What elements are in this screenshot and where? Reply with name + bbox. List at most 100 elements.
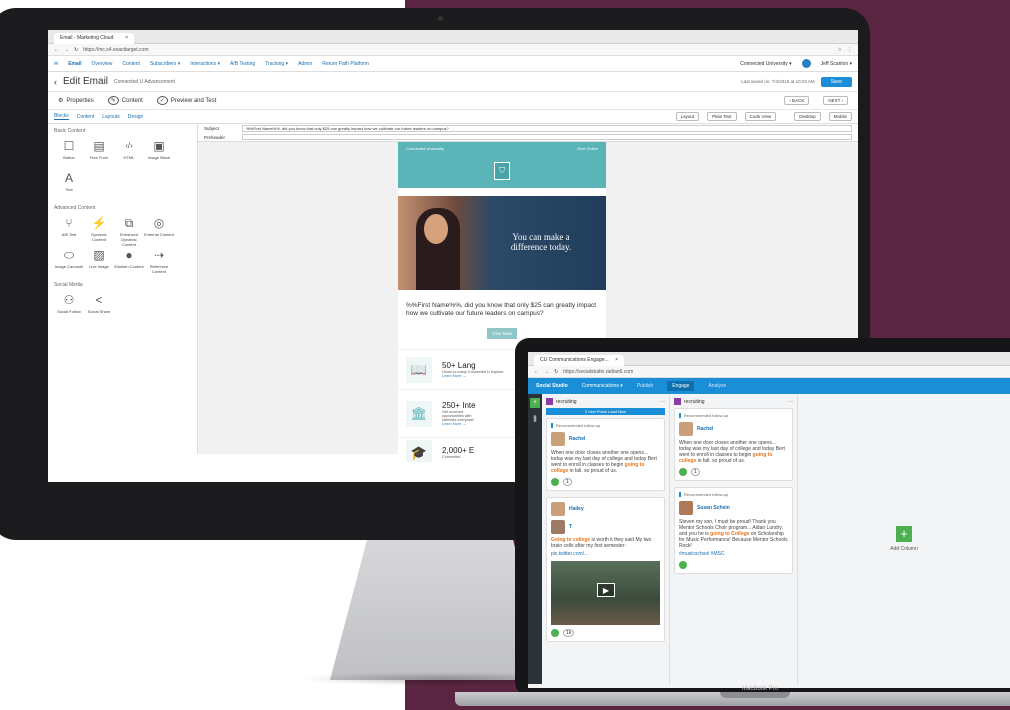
learn-more-link[interactable]: Learn More → [442, 422, 482, 426]
tab-blocks[interactable]: Blocks [54, 113, 69, 120]
ab-test-icon: ⑂ [65, 216, 73, 230]
url-field[interactable]: https://mc.s4.exacttarget.com [83, 47, 832, 53]
text-icon: A [64, 171, 73, 185]
block-image-carousel[interactable]: ⬭ Image Carousel [54, 246, 84, 278]
nav-ab-testing[interactable]: A/B Testing [230, 61, 255, 67]
menu-icon[interactable]: ⋮ [847, 47, 852, 53]
nav-tracking[interactable]: Tracking ▾ [265, 61, 288, 67]
star-icon[interactable]: ☆ [838, 47, 842, 53]
section-basic-content[interactable]: Basic Content [54, 128, 191, 134]
column-menu-icon[interactable]: ⋯ [660, 399, 665, 405]
new-posts-banner[interactable]: 2 new Posts Load Now [546, 408, 665, 415]
tab-content[interactable]: Content [77, 114, 95, 120]
next-button[interactable]: NEXT › [823, 96, 848, 105]
block-text[interactable]: A Text [54, 169, 84, 201]
video-thumbnail[interactable]: ▶ [551, 561, 660, 625]
back-icon[interactable]: ← [54, 47, 59, 53]
save-button[interactable]: Save [820, 76, 852, 87]
nav-publish[interactable]: Publish [637, 383, 653, 389]
close-icon[interactable]: × [615, 357, 618, 363]
block-social-share[interactable]: < Social Share [84, 291, 114, 323]
add-column-label[interactable]: Add Column [890, 546, 918, 552]
block-einstein-content[interactable]: ● Einstein Content [114, 246, 144, 278]
section-social-media[interactable]: Social Media [54, 282, 191, 288]
section-advanced-content[interactable]: Advanced Content [54, 205, 191, 211]
block-reference-content[interactable]: ⇢ Reference Content [144, 246, 174, 278]
block-dynamic-content[interactable]: ⚡ Dynamic Content [84, 214, 114, 246]
forward-icon[interactable]: → [544, 369, 549, 375]
step-properties[interactable]: ⚙ Properties [58, 97, 94, 105]
block-external-content[interactable]: ◎ External Content [144, 214, 174, 246]
post-card[interactable]: Recommended follow-up Susan Schein Steve… [674, 487, 793, 574]
reload-icon[interactable]: ↻ [74, 47, 78, 53]
post-link[interactable]: pic.twitter.com/... [551, 551, 660, 557]
workspace-menu[interactable]: Communications ▾ [582, 383, 623, 389]
block-live-image[interactable]: ▨ Live Image [84, 246, 114, 278]
tab-layouts[interactable]: Layouts [102, 114, 120, 120]
nav-content[interactable]: Content [122, 61, 140, 67]
step-content[interactable]: ✎ Content [107, 96, 143, 105]
block-html[interactable]: ‹/› HTML [114, 137, 144, 169]
avatar[interactable] [801, 59, 811, 68]
account-switcher[interactable]: Connected University ▾ [740, 61, 791, 67]
nav-overview[interactable]: Overview [92, 61, 113, 67]
url-field[interactable]: https://socialstudio.radian6.com [563, 369, 1004, 375]
block-ab-test[interactable]: ⑂ A/B Test [54, 214, 84, 246]
nav-engage[interactable]: Engage [667, 381, 695, 391]
reply-icon[interactable] [551, 629, 559, 637]
browser-tab[interactable]: Email - Marketing Cloud × [54, 32, 134, 44]
post-text: When one door closes another one opens..… [679, 440, 788, 464]
nav-analyze[interactable]: Analyze [708, 383, 726, 389]
user-menu[interactable]: Jeff Scanlon ▾ [821, 61, 852, 67]
desktop-button[interactable]: Desktop [794, 112, 821, 121]
subject-input[interactable]: %%First Name%%, did you know that only $… [242, 125, 852, 132]
mobile-button[interactable]: Mobile [828, 112, 852, 121]
step-preview[interactable]: ✓ Preview and Test [156, 96, 216, 105]
nav-interactions[interactable]: Interactions ▾ [190, 61, 220, 67]
back-button[interactable]: ‹ BACK [784, 96, 810, 105]
item-title: 50+ Lang [442, 361, 476, 370]
browser-tab[interactable]: CU Communications Engage... × [534, 354, 624, 366]
preheader-input[interactable] [242, 134, 852, 140]
advanced-blocks: ⑂ A/B Test ⚡ Dynamic Content ⧉ Enhanced Dyn… [54, 214, 191, 278]
post-card[interactable]: Recommended follow-up Rachel When one do… [546, 418, 665, 491]
nav-return-path[interactable]: Return Path Platform [322, 61, 369, 67]
close-icon[interactable]: × [125, 35, 128, 41]
column-menu-icon[interactable]: ⋯ [788, 399, 793, 405]
forward-icon[interactable]: → [64, 47, 69, 53]
post-link[interactable]: #musicschool #MSC [679, 551, 788, 557]
reload-icon[interactable]: ↻ [554, 369, 558, 375]
tab-design[interactable]: Design [128, 114, 144, 120]
browser-tab-bar: Email - Marketing Cloud × [48, 30, 858, 44]
back-icon[interactable]: ← [534, 369, 539, 375]
code-view-button[interactable]: Code View [744, 112, 777, 121]
edit-header: ‹ Edit Email Connected U Advancement Las… [48, 72, 858, 92]
nav-subscribers[interactable]: Subscribers ▾ [150, 61, 180, 67]
back-chevron-icon[interactable]: ‹ [54, 77, 57, 87]
block-image[interactable]: ▣ Image Block [144, 137, 174, 169]
subject-label: Subject [204, 126, 220, 131]
step-label: Properties [66, 97, 94, 104]
block-enhanced-dynamic[interactable]: ⧉ Enhanced Dynamic Content [114, 214, 144, 247]
reply-icon[interactable] [679, 561, 687, 569]
email-header: Connected University Give Online ⛉ [398, 142, 606, 188]
nav-admin[interactable]: Admin [298, 61, 312, 67]
item-text: Get involved opportunities with interest… [442, 410, 475, 422]
block-free-form[interactable]: ▤ Free Form [84, 137, 114, 169]
learn-more-link[interactable]: Learn More → [442, 374, 504, 378]
add-icon[interactable]: + [530, 398, 540, 408]
columns-icon[interactable]: ⫼ [533, 416, 536, 424]
add-column-icon[interactable]: + [896, 526, 912, 542]
play-icon[interactable]: ▶ [597, 583, 615, 597]
give-online-link[interactable]: Give Online [577, 146, 598, 151]
reply-icon[interactable] [679, 468, 687, 476]
block-button[interactable]: ☐ Button [54, 137, 84, 169]
plain-text-button[interactable]: Plain Text [707, 112, 737, 121]
layout-button[interactable]: Layout [675, 112, 700, 121]
post-author-row: T [551, 520, 660, 534]
post-card[interactable]: Hailey T Going to college is worth it th… [546, 497, 665, 642]
give-now-button[interactable]: Give Now [487, 328, 517, 339]
block-social-follow[interactable]: ⚇ Social Follow [54, 291, 84, 323]
post-card[interactable]: Recommended follow-up Rachel When one do… [674, 408, 793, 481]
reply-icon[interactable] [551, 478, 559, 486]
